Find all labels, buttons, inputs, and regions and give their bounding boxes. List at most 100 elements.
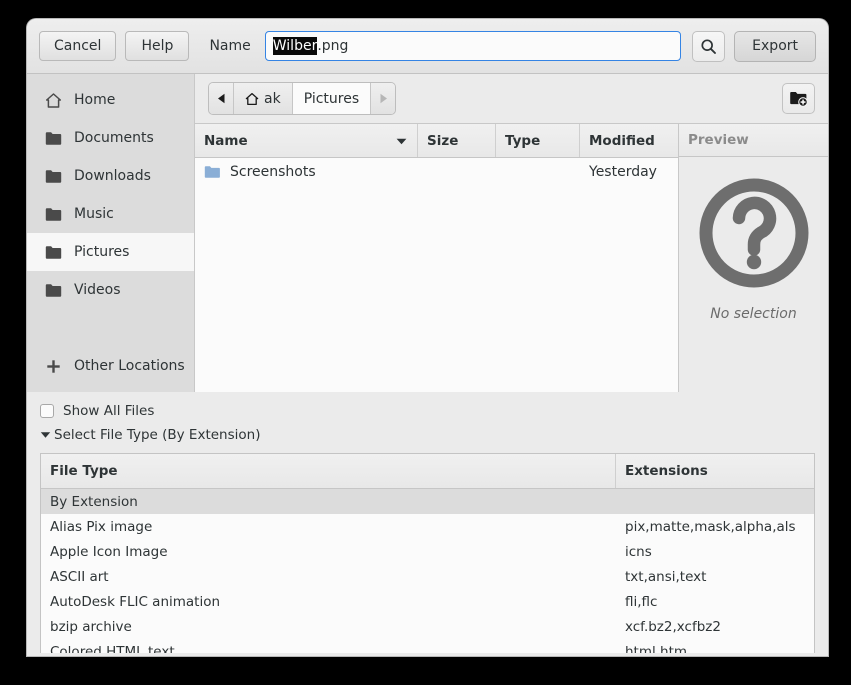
new-folder-icon [789,90,808,107]
breadcrumb-label: Pictures [304,91,359,107]
file-name-cell: Screenshots [195,164,418,180]
folder-icon [44,205,62,223]
help-button[interactable]: Help [125,31,189,61]
places-sidebar: Home Documents D [27,74,195,392]
sidebar-item-downloads[interactable]: Downloads [27,157,194,195]
path-back-button[interactable] [209,83,234,114]
column-header-name[interactable]: Name [195,124,418,157]
breadcrumb-item-ak[interactable]: ak [234,83,293,114]
file-type-extensions: txt,ansi,text [616,569,814,585]
triangle-down-icon [396,133,407,149]
file-type-name: By Extension [41,494,616,510]
preview-panel: Preview No selection [678,124,828,392]
create-folder-button[interactable] [782,83,815,114]
filename-selected-text: Wilber [273,37,318,55]
breadcrumb-label: ak [264,91,281,107]
help-button-label: Help [141,38,173,54]
table-row[interactable]: Colored HTML text html,htm [41,639,814,653]
file-type-name: Colored HTML text [41,644,616,654]
sidebar-item-label: Documents [74,130,154,146]
name-field-label: Name [209,38,250,54]
plus-icon [44,357,62,375]
export-button-label: Export [752,38,798,54]
sidebar-item-label: Downloads [74,168,151,184]
table-row[interactable]: AutoDesk FLIC animation fli,flc [41,589,814,614]
cancel-button[interactable]: Cancel [39,31,116,61]
file-type-name: AutoDesk FLIC animation [41,594,616,610]
file-browser: ak Pictures [195,74,828,392]
file-list: Name Size Type [195,124,678,392]
file-type-extensions: icns [616,544,814,560]
file-type-name: ASCII art [41,569,616,585]
sidebar-item-home[interactable]: Home [27,81,194,119]
path-forward-button[interactable] [371,83,395,114]
sidebar-item-pictures[interactable]: Pictures [27,233,194,271]
sidebar-spacer [27,309,194,346]
home-icon [245,92,259,106]
folder-icon [44,243,62,261]
file-list-headers: Name Size Type [195,124,678,158]
column-header-label: Modified [589,133,655,149]
triangle-down-icon [40,431,51,439]
sidebar-item-label: Pictures [74,244,129,260]
column-header-modified[interactable]: Modified [580,124,678,157]
show-all-files-label: Show All Files [63,403,154,419]
table-row[interactable]: By Extension [41,489,814,514]
dialog-options: Show All Files Select File Type (By Exte… [27,392,828,653]
select-file-type-expander[interactable]: Select File Type (By Extension) [40,424,815,446]
sidebar-item-label: Videos [74,282,121,298]
home-icon [44,91,62,109]
export-button[interactable]: Export [734,31,816,62]
dialog-body: Home Documents D [27,74,828,392]
column-header-type[interactable]: Type [496,124,580,157]
file-area: Name Size Type [195,123,828,392]
sidebar-item-videos[interactable]: Videos [27,271,194,309]
table-row[interactable]: Apple Icon Image icns [41,539,814,564]
column-header-file-type[interactable]: File Type [41,454,616,488]
show-all-files-checkbox[interactable]: Show All Files [40,400,815,422]
column-header-label: Extensions [625,463,708,479]
sidebar-item-music[interactable]: Music [27,195,194,233]
file-type-table-headers: File Type Extensions [41,454,814,489]
breadcrumb: ak Pictures [208,82,396,115]
expander-label: Select File Type (By Extension) [54,427,260,443]
filename-input[interactable]: Wilber.png [265,31,681,61]
sidebar-item-label: Other Locations [74,358,185,374]
table-row[interactable]: ASCII art txt,ansi,text [41,564,814,589]
dialog-header-bar: Cancel Help Name Wilber.png Export [27,19,828,74]
file-type-name: Alias Pix image [41,519,616,535]
desktop-background: Cancel Help Name Wilber.png Export [0,0,851,685]
search-icon [700,38,717,55]
breadcrumb-item-pictures[interactable]: Pictures [293,83,371,114]
file-type-name: Apple Icon Image [41,544,616,560]
sidebar-item-label: Home [74,92,115,108]
column-header-extensions[interactable]: Extensions [616,454,814,488]
triangle-right-icon [379,93,388,104]
triangle-left-icon [217,93,226,104]
table-row[interactable]: bzip archive xcf.bz2,xcfbz2 [41,614,814,639]
file-type-extensions: xcf.bz2,xcfbz2 [616,619,814,635]
column-header-label: Size [427,133,458,149]
sidebar-item-documents[interactable]: Documents [27,119,194,157]
cancel-button-label: Cancel [54,38,101,54]
folder-icon [44,167,62,185]
question-mark-icon [695,174,813,292]
file-modified-cell: Yesterday [580,164,678,180]
table-row[interactable]: Screenshots Yesterday [195,158,678,185]
file-name-label: Screenshots [230,164,316,180]
folder-icon [204,165,221,179]
file-type-extensions: pix,matte,mask,alpha,als [616,519,814,535]
filename-extension-text: .png [317,38,348,54]
column-header-label: File Type [50,463,118,479]
search-button[interactable] [692,31,725,62]
file-type-table: File Type Extensions By Extension Alias … [40,453,815,653]
column-header-label: Type [505,133,540,149]
export-image-dialog: Cancel Help Name Wilber.png Export [27,19,828,656]
folder-icon [44,129,62,147]
file-type-extensions: html,htm [616,644,814,654]
file-type-name: bzip archive [41,619,616,635]
sidebar-item-other-locations[interactable]: Other Locations [27,346,194,386]
column-header-size[interactable]: Size [418,124,496,157]
file-list-rows: Screenshots Yesterday [195,158,678,392]
table-row[interactable]: Alias Pix image pix,matte,mask,alpha,als [41,514,814,539]
